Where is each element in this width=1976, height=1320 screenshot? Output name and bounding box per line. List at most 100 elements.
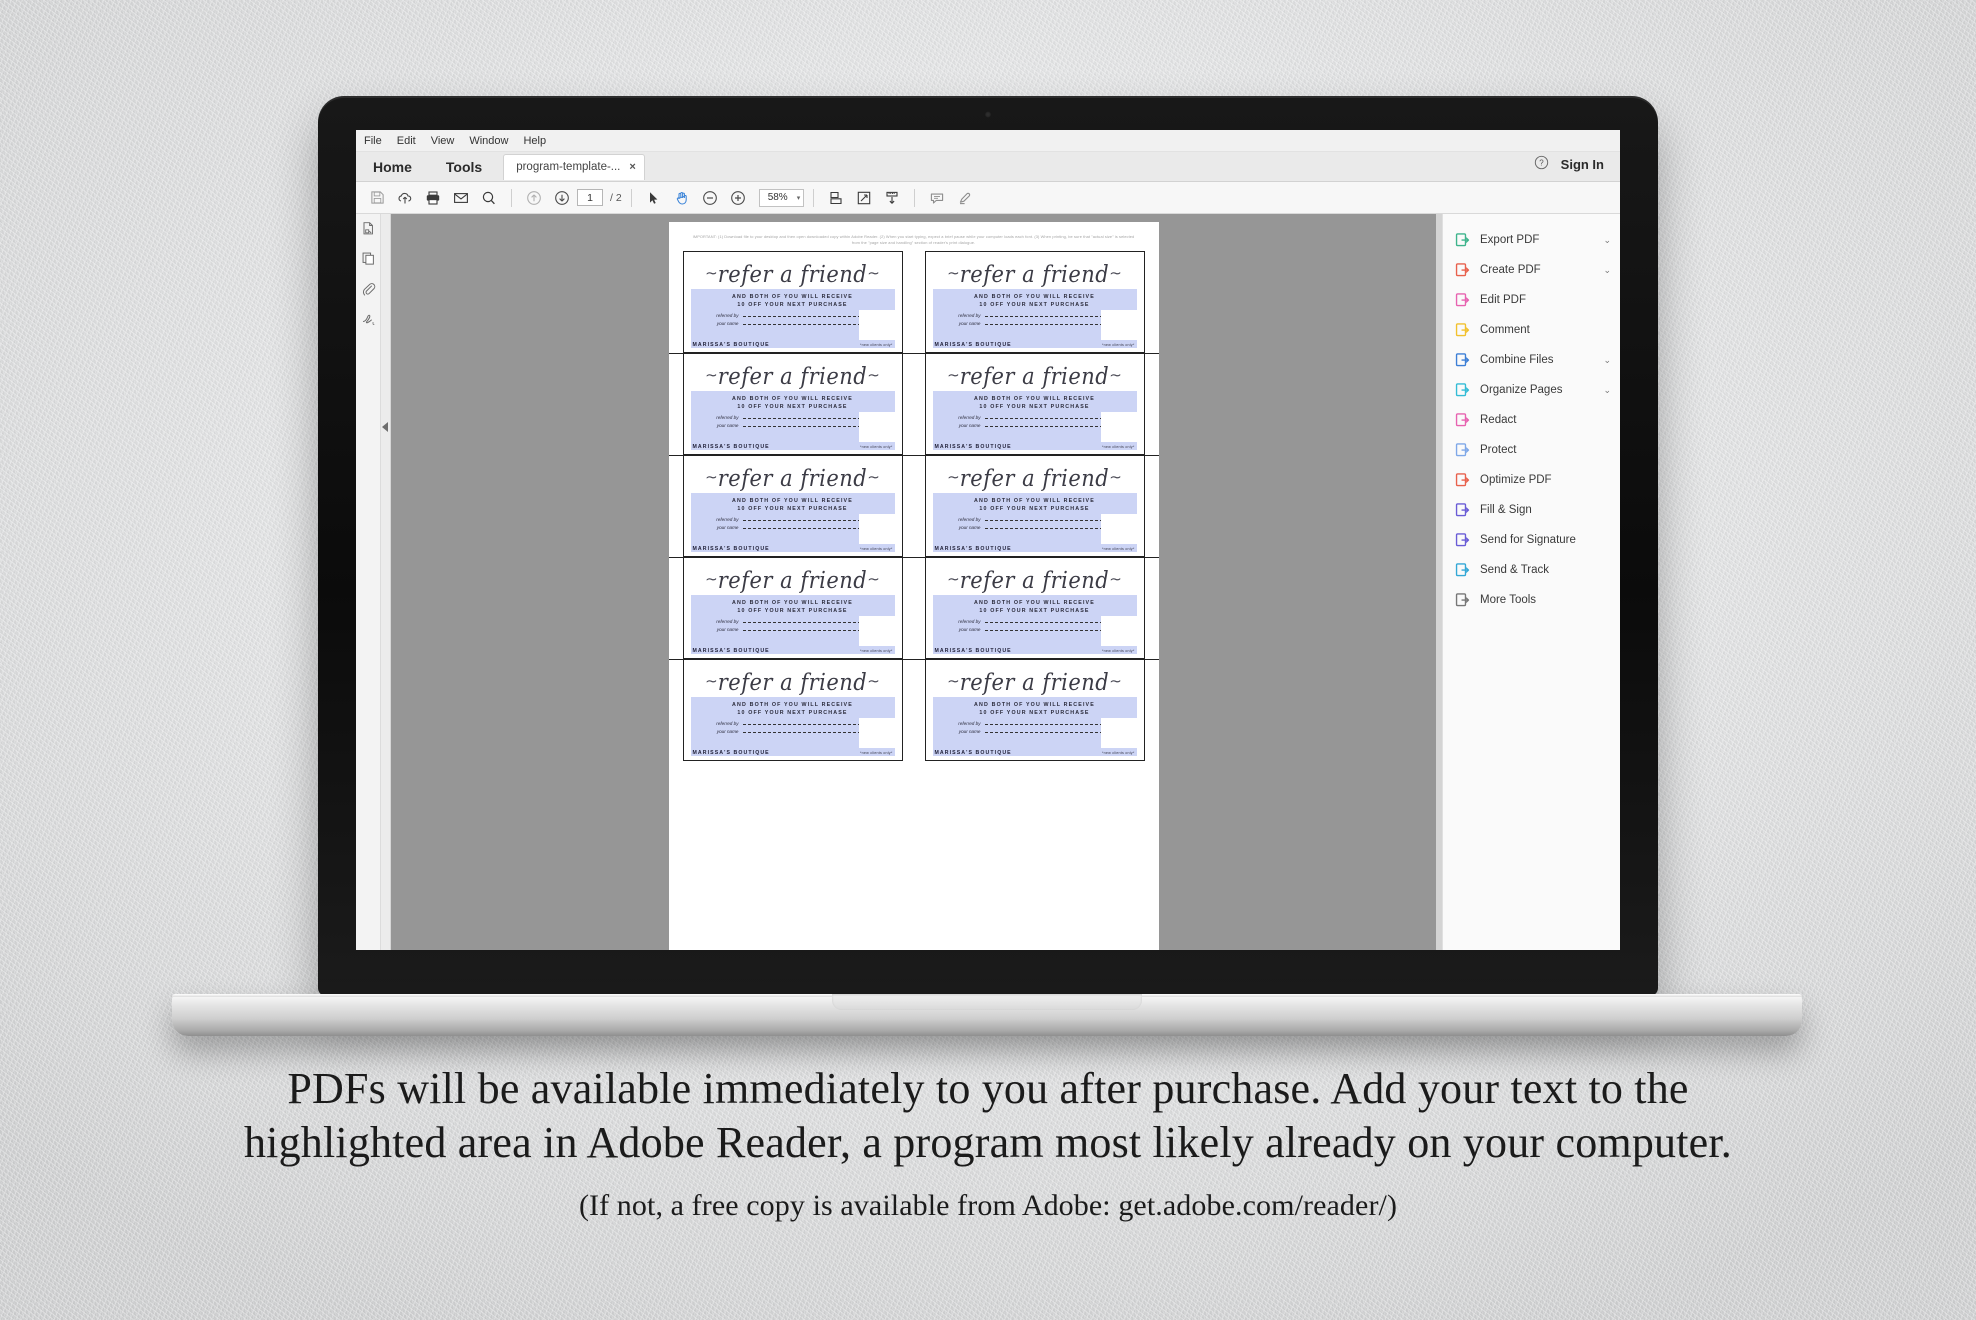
attachments-paperclip-icon[interactable] bbox=[361, 281, 376, 301]
your-name-label: your name bbox=[958, 320, 981, 326]
highlighted-fillable-area[interactable]: AND BOTH OF YOU WILL RECEIVE 10 OFF YOUR … bbox=[932, 391, 1137, 443]
your-name-field-row[interactable]: your name bbox=[951, 321, 1123, 326]
your-name-field-row[interactable]: your name bbox=[951, 627, 1123, 632]
pages-copy-icon[interactable] bbox=[361, 251, 376, 271]
document-tab[interactable]: program-template-... × bbox=[503, 153, 645, 180]
highlighted-fillable-area[interactable]: AND BOTH OF YOU WILL RECEIVE 10 OFF YOUR … bbox=[690, 289, 895, 341]
help-circle-icon[interactable]: ? bbox=[1534, 155, 1549, 175]
comment-icon[interactable] bbox=[924, 185, 950, 211]
your-name-label: your name bbox=[958, 728, 981, 734]
highlighter-icon[interactable] bbox=[952, 185, 978, 211]
card-offer-line-1: AND BOTH OF YOU WILL RECEIVE bbox=[732, 498, 853, 505]
referred-by-field-row[interactable]: referred by bbox=[951, 517, 1123, 522]
referred-by-field-row[interactable]: referred by bbox=[951, 619, 1123, 624]
card-offer-line-1: AND BOTH OF YOU WILL RECEIVE bbox=[974, 396, 1095, 403]
tool-row[interactable]: Fill & Sign bbox=[1443, 495, 1620, 525]
swash-right-icon: ∼ bbox=[1109, 367, 1122, 385]
highlighted-fillable-area[interactable]: AND BOTH OF YOU WILL RECEIVE 10 OFF YOUR … bbox=[690, 595, 895, 647]
document-viewport[interactable]: IMPORTANT: (1) Download file to your des… bbox=[391, 214, 1436, 950]
highlighted-fillable-area[interactable]: AND BOTH OF YOU WILL RECEIVE 10 OFF YOUR … bbox=[932, 595, 1137, 647]
highlighted-fillable-area[interactable]: AND BOTH OF YOU WILL RECEIVE 10 OFF YOUR … bbox=[932, 493, 1137, 545]
zoom-level-select[interactable]: 58% ▾ bbox=[758, 188, 805, 207]
page-number-input[interactable]: 1 bbox=[577, 189, 603, 206]
toolbar-divider-3 bbox=[813, 188, 815, 207]
your-name-field-row[interactable]: your name bbox=[709, 627, 881, 632]
tool-row[interactable]: Edit PDF bbox=[1443, 285, 1620, 315]
your-name-field-row[interactable]: your name bbox=[951, 423, 1123, 428]
hand-tool-icon[interactable] bbox=[669, 185, 695, 211]
referred-by-field-row[interactable]: referred by bbox=[709, 619, 881, 624]
crop-mark bbox=[668, 353, 695, 355]
your-name-field-row[interactable]: your name bbox=[951, 729, 1123, 734]
zoom-in-icon[interactable] bbox=[725, 185, 751, 211]
page-up-icon[interactable] bbox=[521, 185, 547, 211]
tool-row[interactable]: Send & Track bbox=[1443, 555, 1620, 585]
fit-width-icon[interactable] bbox=[851, 185, 877, 211]
page-down-icon[interactable] bbox=[549, 185, 575, 211]
zoom-out-icon[interactable] bbox=[697, 185, 723, 211]
referred-by-field-row[interactable]: referred by bbox=[951, 721, 1123, 726]
menu-help[interactable]: Help bbox=[523, 135, 546, 147]
upload-cloud-icon[interactable] bbox=[392, 185, 418, 211]
print-icon[interactable] bbox=[420, 185, 446, 211]
referred-by-field-row[interactable]: referred by bbox=[709, 517, 881, 522]
save-icon[interactable] bbox=[364, 185, 390, 211]
swash-right-icon: ∼ bbox=[1109, 265, 1122, 283]
your-name-field-row[interactable]: your name bbox=[709, 729, 881, 734]
your-name-field-row[interactable]: your name bbox=[709, 423, 881, 428]
menu-window[interactable]: Window bbox=[469, 135, 508, 147]
chevron-down-icon[interactable]: ⌄ bbox=[1603, 355, 1611, 366]
highlighted-fillable-area[interactable]: AND BOTH OF YOU WILL RECEIVE 10 OFF YOUR … bbox=[690, 493, 895, 545]
tool-row[interactable]: Optimize PDF bbox=[1443, 465, 1620, 495]
referred-by-field-row[interactable]: referred by bbox=[951, 415, 1123, 420]
tab-tools[interactable]: Tools bbox=[429, 152, 499, 181]
page-thumbnails-icon[interactable] bbox=[361, 221, 376, 241]
menu-view[interactable]: View bbox=[431, 135, 455, 147]
select-tool-icon[interactable] bbox=[641, 185, 667, 211]
highlighted-fillable-area[interactable]: AND BOTH OF YOU WILL RECEIVE 10 OFF YOUR … bbox=[932, 289, 1137, 341]
card-heading-wrap: ∼ refer a friend ∼ bbox=[691, 665, 895, 697]
referred-by-field-row[interactable]: referred by bbox=[951, 313, 1123, 318]
tool-row[interactable]: Export PDF ⌄ bbox=[1443, 225, 1620, 255]
email-icon[interactable] bbox=[448, 185, 474, 211]
tool-row[interactable]: Redact bbox=[1443, 405, 1620, 435]
card-offer-line-2: 10 OFF YOUR NEXT PURCHASE bbox=[979, 506, 1090, 513]
search-icon[interactable] bbox=[476, 185, 502, 211]
signature-icon[interactable] bbox=[361, 311, 376, 331]
tool-row[interactable]: Organize Pages ⌄ bbox=[1443, 375, 1620, 405]
tool-row[interactable]: Create PDF ⌄ bbox=[1443, 255, 1620, 285]
referred-by-field-row[interactable]: referred by bbox=[709, 721, 881, 726]
chevron-down-icon[interactable]: ⌄ bbox=[1603, 235, 1611, 246]
your-name-field-row[interactable]: your name bbox=[951, 525, 1123, 530]
scroll-mode-icon[interactable] bbox=[879, 185, 905, 211]
tool-row[interactable]: More Tools bbox=[1443, 585, 1620, 615]
chevron-down-icon[interactable]: ⌄ bbox=[1603, 385, 1611, 396]
fill-and-sign-icon bbox=[1454, 502, 1471, 519]
referred-by-field-row[interactable]: referred by bbox=[709, 313, 881, 318]
close-icon[interactable]: × bbox=[629, 161, 635, 173]
zoom-level-value: 58% bbox=[767, 192, 788, 203]
swash-left-icon: ∼ bbox=[705, 469, 718, 487]
card-offer-line-2: 10 OFF YOUR NEXT PURCHASE bbox=[737, 506, 848, 513]
fit-page-icon[interactable] bbox=[823, 185, 849, 211]
highlighted-fillable-area[interactable]: AND BOTH OF YOU WILL RECEIVE 10 OFF YOUR … bbox=[932, 697, 1137, 749]
collapse-left-arrow-icon[interactable] bbox=[382, 422, 388, 432]
menu-file[interactable]: File bbox=[364, 135, 382, 147]
tool-row[interactable]: Send for Signature bbox=[1443, 525, 1620, 555]
card-offer-line-1: AND BOTH OF YOU WILL RECEIVE bbox=[974, 294, 1095, 301]
panel-divider[interactable] bbox=[381, 214, 391, 950]
your-name-field-row[interactable]: your name bbox=[709, 525, 881, 530]
sign-in-link[interactable]: Sign In bbox=[1561, 157, 1604, 172]
tool-row[interactable]: Protect bbox=[1443, 435, 1620, 465]
referred-by-field-row[interactable]: referred by bbox=[709, 415, 881, 420]
highlighted-fillable-area[interactable]: AND BOTH OF YOU WILL RECEIVE 10 OFF YOUR … bbox=[690, 697, 895, 749]
swash-left-icon: ∼ bbox=[947, 673, 960, 691]
your-name-field-row[interactable]: your name bbox=[709, 321, 881, 326]
chevron-down-icon[interactable]: ⌄ bbox=[1603, 265, 1611, 276]
highlight-cutout bbox=[1100, 616, 1137, 647]
menu-edit[interactable]: Edit bbox=[397, 135, 416, 147]
tab-home[interactable]: Home bbox=[356, 152, 429, 181]
highlighted-fillable-area[interactable]: AND BOTH OF YOU WILL RECEIVE 10 OFF YOUR … bbox=[690, 391, 895, 443]
tool-row[interactable]: Combine Files ⌄ bbox=[1443, 345, 1620, 375]
tool-row[interactable]: Comment bbox=[1443, 315, 1620, 345]
